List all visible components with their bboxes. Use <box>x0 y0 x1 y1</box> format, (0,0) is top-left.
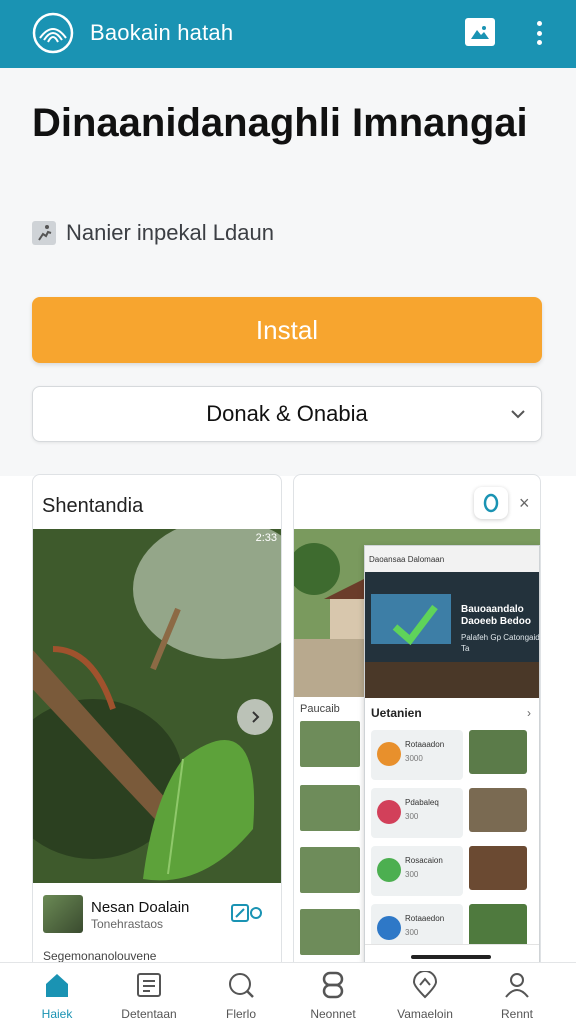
author-name: Nesan Doalain <box>91 899 190 916</box>
category-dropdown[interactable]: Donak & Onabia <box>32 386 542 442</box>
thumbnail[interactable] <box>300 721 360 767</box>
image-button[interactable] <box>465 18 495 46</box>
nav-label: Neonnet <box>310 1007 356 1021</box>
nav-label: Rennt <box>500 1007 534 1021</box>
link-icon <box>317 969 349 1001</box>
share-icon[interactable] <box>231 903 263 923</box>
search-icon <box>225 969 257 1001</box>
nav-label: Detentaan <box>121 1007 177 1021</box>
status-time: 2:33 <box>255 532 277 544</box>
item-icon <box>377 916 401 940</box>
inner-section-title: Uetanien <box>371 706 422 720</box>
item-icon <box>377 858 401 882</box>
card-footer: Segemonanolouvene <box>43 949 157 963</box>
list-image[interactable] <box>469 846 527 890</box>
nav-label: Haiek <box>41 1007 73 1021</box>
list-item[interactable]: Rotaaadon 3000 <box>371 730 463 780</box>
nav-item-link[interactable]: Neonnet <box>285 969 381 1024</box>
app-title: Baokain hatah <box>90 20 234 45</box>
close-icon[interactable]: × <box>519 493 530 514</box>
item-title: Rotaaedon <box>405 914 445 923</box>
app-badge-icon[interactable] <box>474 487 508 519</box>
home-indicator[interactable] <box>411 955 491 959</box>
inner-hero-title: Bauoaandalo Daoeeb Bedoo <box>461 604 532 627</box>
list-image[interactable] <box>469 788 527 832</box>
item-sub: 300 <box>405 812 419 821</box>
thumbnail[interactable] <box>300 785 360 831</box>
top-app-bar: Baokain hatah <box>0 0 576 68</box>
image-icon <box>471 26 489 39</box>
plant-photo: 2:33 <box>33 529 281 883</box>
thumbnail-column: Paucaib <box>294 697 364 973</box>
next-photo-button[interactable] <box>237 699 273 735</box>
home-icon <box>41 969 73 1001</box>
thumbnail[interactable] <box>300 847 360 893</box>
item-icon <box>377 742 401 766</box>
item-icon <box>377 800 401 824</box>
page-title: Dinaanidanaghli Imnangai <box>32 101 528 145</box>
nav-item-location[interactable]: Vamaeloin <box>377 969 473 1024</box>
item-title: Rotaaadon <box>405 740 445 749</box>
nav-item-document[interactable]: Detentaan <box>101 969 197 1024</box>
item-title: Rosacaion <box>405 856 443 865</box>
chevron-right-icon[interactable]: › <box>527 706 531 720</box>
subtitle-row: Nanier inpekal Ldaun <box>32 220 274 246</box>
list-image[interactable] <box>469 904 527 948</box>
nav-item-home[interactable]: Haiek <box>9 969 105 1024</box>
list-image[interactable] <box>469 730 527 774</box>
chevron-right-icon <box>252 711 260 723</box>
item-title: Pdabaleq <box>405 798 439 807</box>
profile-icon <box>501 969 533 1001</box>
nav-item-profile[interactable]: Rennt <box>469 969 565 1024</box>
author-row[interactable]: Nesan Doalain Tonehrastaos <box>43 895 275 935</box>
thumbnail[interactable] <box>300 909 360 955</box>
screenshot-card-left[interactable]: Shentandia 2:33 Nesan Doalain Tonehrasta… <box>32 474 282 974</box>
runner-icon <box>32 221 56 245</box>
screenshot-card-right[interactable]: Paucaib Daoansaa Dalomaan Bauoaandalo Da… <box>293 474 541 974</box>
bottom-navigation: Haiek Detentaan Flerlo Neonnet Vamaeloin… <box>0 962 576 1024</box>
list-item[interactable]: Rosacaion 300 <box>371 846 463 896</box>
inner-hero-text: Palafeh Gp Catongaid Ta <box>461 633 540 653</box>
inner-app-preview: Daoansaa Dalomaan Bauoaandalo Daoeeb Bed… <box>364 545 540 965</box>
thumbnail-label: Paucaib <box>300 703 340 715</box>
card-title: Shentandia <box>42 495 144 517</box>
nav-label: Vamaeloin <box>397 1007 453 1021</box>
kebab-menu-icon[interactable] <box>528 18 550 48</box>
chevron-down-icon <box>511 410 525 419</box>
subtitle: Nanier inpekal Ldaun <box>66 220 274 245</box>
shell-logo-icon[interactable] <box>32 12 74 54</box>
install-button[interactable]: Instal <box>32 297 542 363</box>
nav-item-search[interactable]: Flerlo <box>193 969 289 1024</box>
inner-app-bar: Daoansaa Dalomaan <box>365 546 539 572</box>
item-sub: 3000 <box>405 754 423 763</box>
location-icon <box>409 969 441 1001</box>
dropdown-value: Donak & Onabia <box>206 401 368 426</box>
nav-label: Flerlo <box>225 1007 256 1021</box>
document-icon <box>133 969 165 1001</box>
item-sub: 300 <box>405 928 419 937</box>
author-sub: Tonehrastaos <box>91 917 164 931</box>
avatar <box>43 895 83 933</box>
list-item[interactable]: Pdabaleq 300 <box>371 788 463 838</box>
item-sub: 300 <box>405 870 419 879</box>
inner-hero: Bauoaandalo Daoeeb Bedoo Palafeh Gp Cato… <box>365 572 540 698</box>
